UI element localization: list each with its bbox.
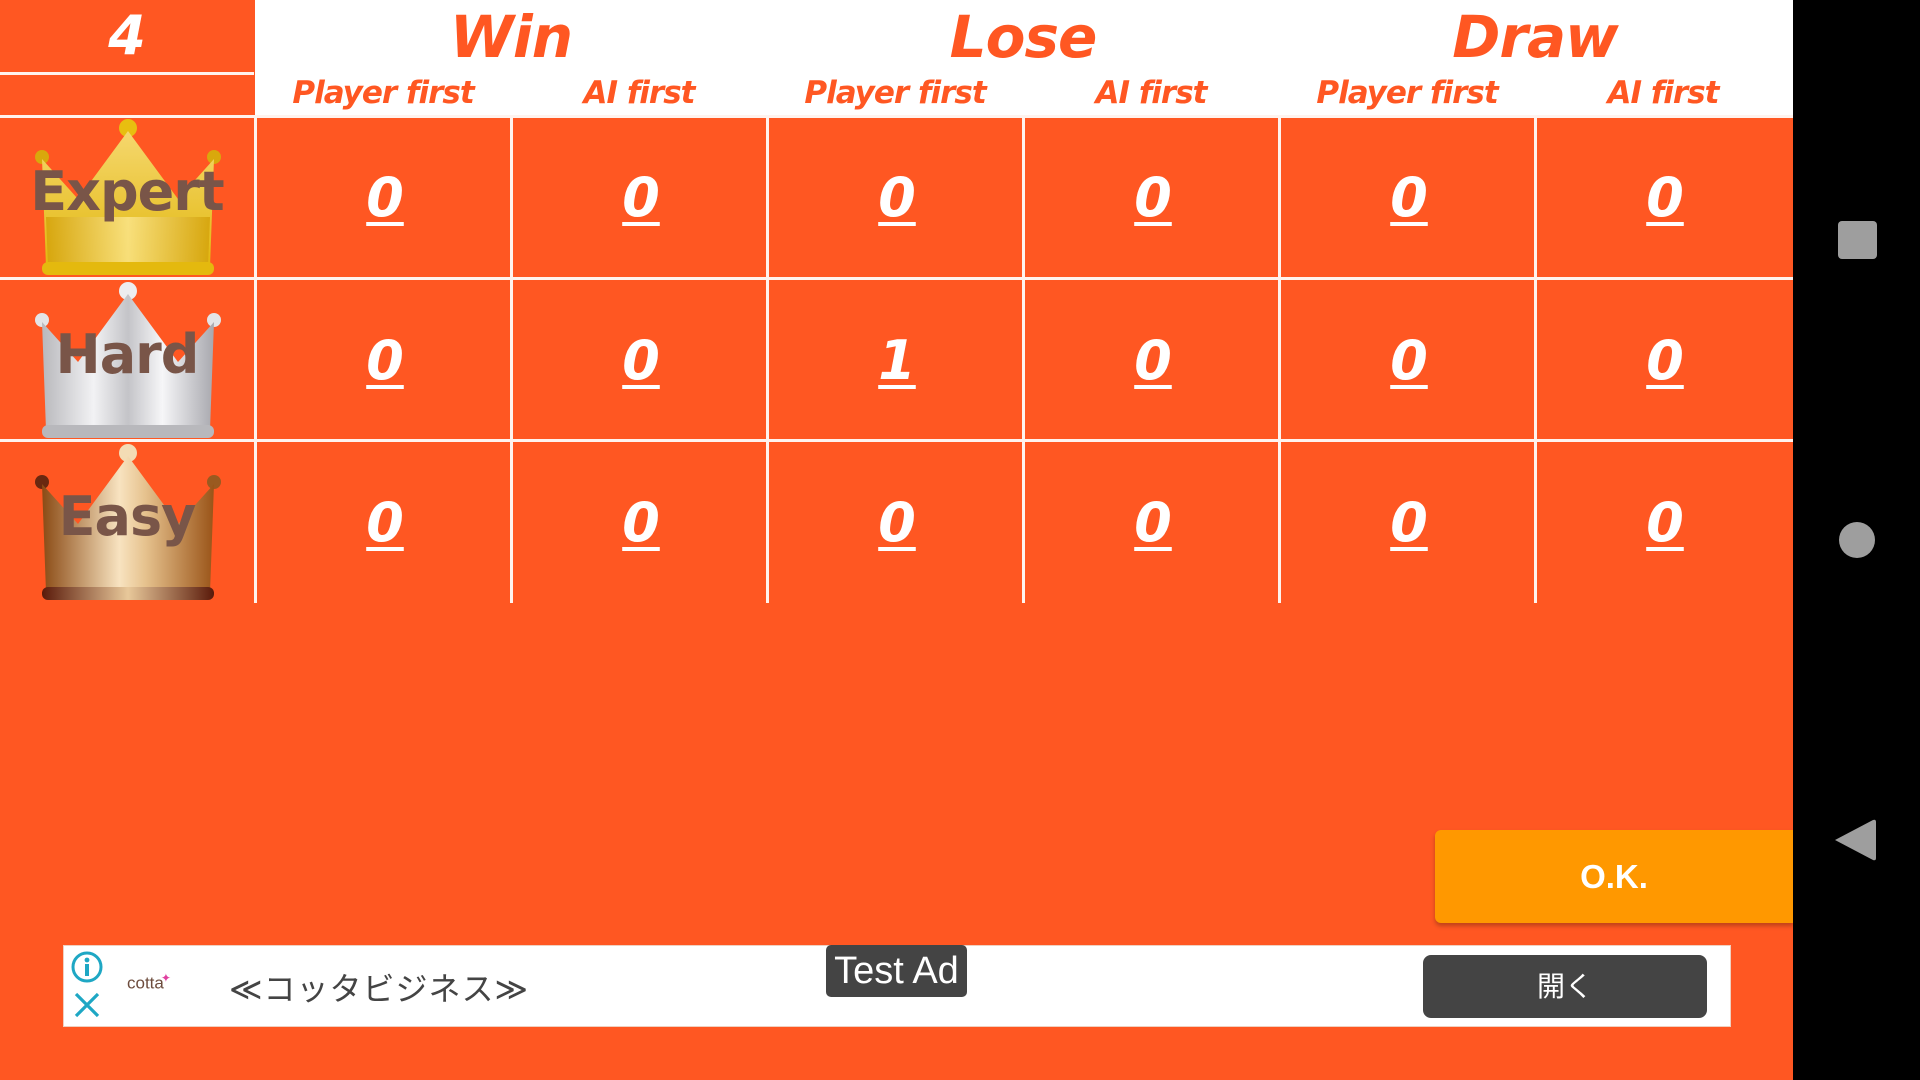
stat-cell[interactable]: 0 (1281, 442, 1537, 604)
column-header: AI first (1095, 75, 1208, 111)
back-button[interactable] (1793, 780, 1920, 900)
stat-cell[interactable]: 0 (257, 280, 513, 442)
navigation-bar (1793, 0, 1920, 1080)
column-header: AI first (583, 75, 696, 111)
column-header: Player first (1316, 75, 1498, 111)
ad-open-button[interactable]: 開く (1423, 955, 1707, 1018)
circle-icon (1839, 522, 1875, 558)
test-ad-label: Test Ad (826, 945, 967, 997)
stat-cell[interactable]: 0 (513, 280, 769, 442)
divider (0, 72, 254, 75)
stat-cell[interactable]: 0 (769, 117, 1025, 279)
ad-brand-logo: cotta✦ (127, 971, 171, 993)
group-title-win: Win (449, 3, 573, 71)
row-label-easy: Easy (0, 442, 254, 604)
column-header: Player first (804, 75, 986, 111)
ad-banner[interactable]: cotta✦ ≪コッタビジネス≫ Test Ad 開く (63, 945, 1731, 1027)
row-label-hard: Hard (0, 280, 254, 442)
stat-cell[interactable]: 0 (1537, 117, 1793, 279)
difficulty-label: Easy (58, 485, 197, 548)
home-button[interactable] (1793, 480, 1920, 600)
column-header: Player first (292, 75, 474, 111)
group-title-draw: Draw (1452, 3, 1618, 71)
recents-button[interactable] (1793, 180, 1920, 300)
stat-cell[interactable]: 0 (257, 442, 513, 604)
stat-cell[interactable]: 0 (513, 442, 769, 604)
stat-cell[interactable]: 0 (1025, 280, 1281, 442)
difficulty-label: Hard (55, 323, 200, 386)
row-label-expert: Expert (0, 117, 254, 279)
triangle-back-icon (1835, 819, 1876, 861)
info-icon[interactable] (70, 950, 104, 984)
stat-cell[interactable]: 0 (1025, 442, 1281, 604)
square-icon (1838, 221, 1877, 259)
ok-button[interactable]: O.K. (1435, 830, 1793, 923)
stat-cell[interactable]: 0 (1537, 280, 1793, 442)
stat-cell[interactable]: 0 (1025, 117, 1281, 279)
difficulty-label: Expert (30, 160, 224, 223)
stat-cell[interactable]: 0 (257, 117, 513, 279)
stat-cell[interactable]: 0 (1281, 280, 1537, 442)
stat-cell[interactable]: 0 (513, 117, 769, 279)
game-count: 4 (0, 0, 254, 72)
app-screen: 4 Win Lose Draw Player first AI first Pl… (0, 0, 1793, 1080)
close-icon[interactable] (72, 990, 102, 1020)
column-header: AI first (1607, 75, 1720, 111)
stat-cell[interactable]: 1 (769, 280, 1025, 442)
group-title-lose: Lose (949, 3, 1098, 71)
stat-cell[interactable]: 0 (769, 442, 1025, 604)
stat-cell[interactable]: 0 (1281, 117, 1537, 279)
stat-cell[interactable]: 0 (1537, 442, 1793, 604)
ad-headline[interactable]: ≪コッタビジネス≫ (229, 964, 529, 1010)
